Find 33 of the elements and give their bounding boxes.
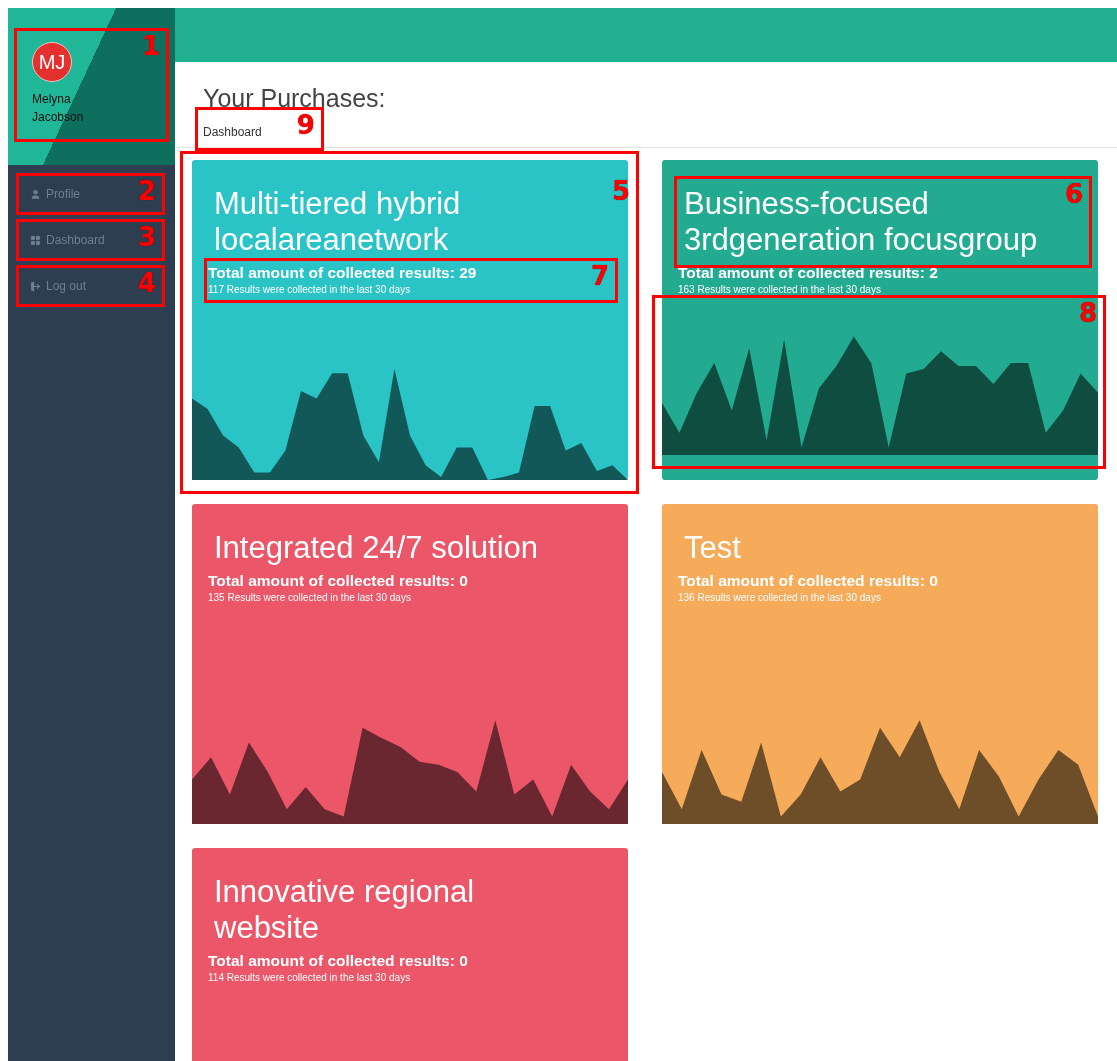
annotation-number: 3: [137, 224, 156, 250]
annotation-number: 8: [1078, 300, 1097, 326]
recent-results: 114 Results were collected in the last 30 days: [208, 972, 412, 983]
card-title: Test: [684, 529, 741, 567]
recent-results: 135 Results were collected in the last 30 days: [208, 592, 412, 603]
nav-link[interactable]: Profile: [20, 177, 80, 211]
total-results: Total amount of collected results: 0: [208, 952, 469, 970]
breadcrumb: Dashboard: [203, 124, 262, 141]
total-results: Total amount of collected results: 0: [678, 572, 939, 590]
recent-results: 136 Results were collected in the last 30 days: [678, 592, 882, 603]
avatar: MJ: [32, 42, 72, 82]
total-results: Total amount of collected results: 2: [678, 264, 939, 282]
user-icon: [30, 188, 41, 200]
annotation-number: 9: [296, 112, 315, 138]
nav-link[interactable]: Log out: [20, 269, 87, 303]
user-name: Melyna Jacobson: [32, 91, 85, 126]
card-title: Business-focused 3rdgeneration focusgroup: [684, 185, 1039, 259]
recent-results: 163 Results were collected in the last 30 days: [678, 284, 882, 295]
annotation-number: 6: [1064, 181, 1083, 207]
annotation-number: 1: [141, 33, 160, 59]
nav-link[interactable]: Dashboard: [20, 223, 105, 257]
card-title: Integrated 24/7 solution: [214, 529, 539, 567]
sign-out-icon: [30, 280, 41, 292]
annotation-number: 2: [137, 178, 156, 204]
card-title: Multi-tiered hybrid localareanetwork: [214, 185, 462, 259]
annotation-number: 7: [590, 263, 609, 289]
recent-results: 117 Results were collected in the last 30 days: [208, 284, 412, 295]
page-title: Your Purchases:: [203, 84, 387, 113]
annotation-number: 4: [137, 270, 156, 296]
total-results: Total amount of collected results: 0: [208, 572, 469, 590]
card-title: Innovative regional website: [214, 873, 476, 947]
total-results: Total amount of collected results: 29: [208, 264, 478, 282]
grid-icon: [30, 234, 41, 246]
